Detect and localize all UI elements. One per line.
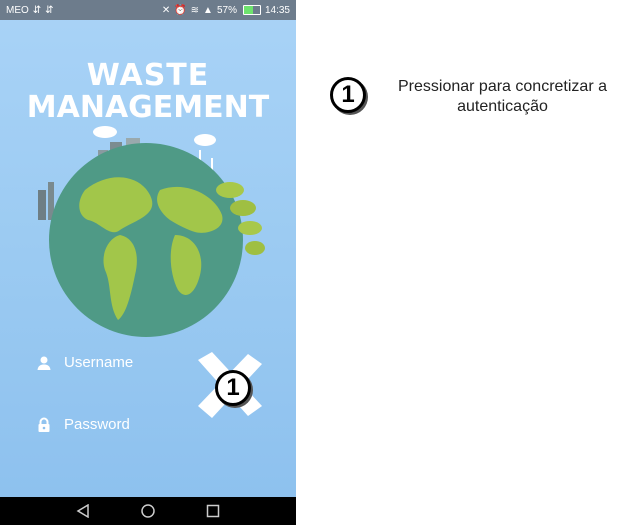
legend-marker-1: 1 — [330, 77, 366, 113]
back-icon[interactable] — [73, 501, 93, 521]
legend-number: 1 — [341, 81, 355, 108]
app-logo-line1: WASTE — [86, 58, 210, 93]
username-field[interactable]: Username — [36, 354, 133, 371]
usb-icon: ⇵ — [32, 4, 42, 16]
mute-icon: ✕ — [161, 4, 171, 16]
battery-icon — [242, 5, 261, 15]
android-nav-bar — [0, 497, 296, 525]
annotation-description: Pressionar para concretizar a autenticaç… — [398, 78, 607, 115]
clock: 14:35 — [264, 4, 290, 16]
carrier-label: MEO — [6, 4, 29, 16]
username-placeholder: Username — [64, 354, 134, 371]
status-bar: MEO ⇵ ⇵ ✕ ⏰ ≋ ▲ 57% 14:35 — [0, 0, 296, 20]
phone-screen: MEO ⇵ ⇵ ✕ ⏰ ≋ ▲ 57% 14:35 WASTE MANAGEME… — [0, 0, 296, 525]
alarm-icon: ⏰ — [174, 4, 187, 16]
usb-icon: ⇵ — [45, 4, 54, 16]
battery-percent: 57% — [216, 4, 237, 16]
lock-icon — [38, 417, 50, 432]
recents-icon[interactable] — [203, 501, 223, 521]
signal-icon: ▲ — [203, 4, 213, 16]
annotation-marker-1: 1 — [215, 370, 251, 406]
user-icon — [37, 356, 51, 370]
home-icon[interactable] — [138, 501, 158, 521]
globe-illustration — [0, 120, 296, 340]
annotation-number: 1 — [226, 374, 240, 401]
wifi-icon: ≋ — [190, 4, 200, 16]
password-placeholder: Password — [64, 416, 130, 433]
password-field[interactable]: Password — [36, 416, 130, 433]
